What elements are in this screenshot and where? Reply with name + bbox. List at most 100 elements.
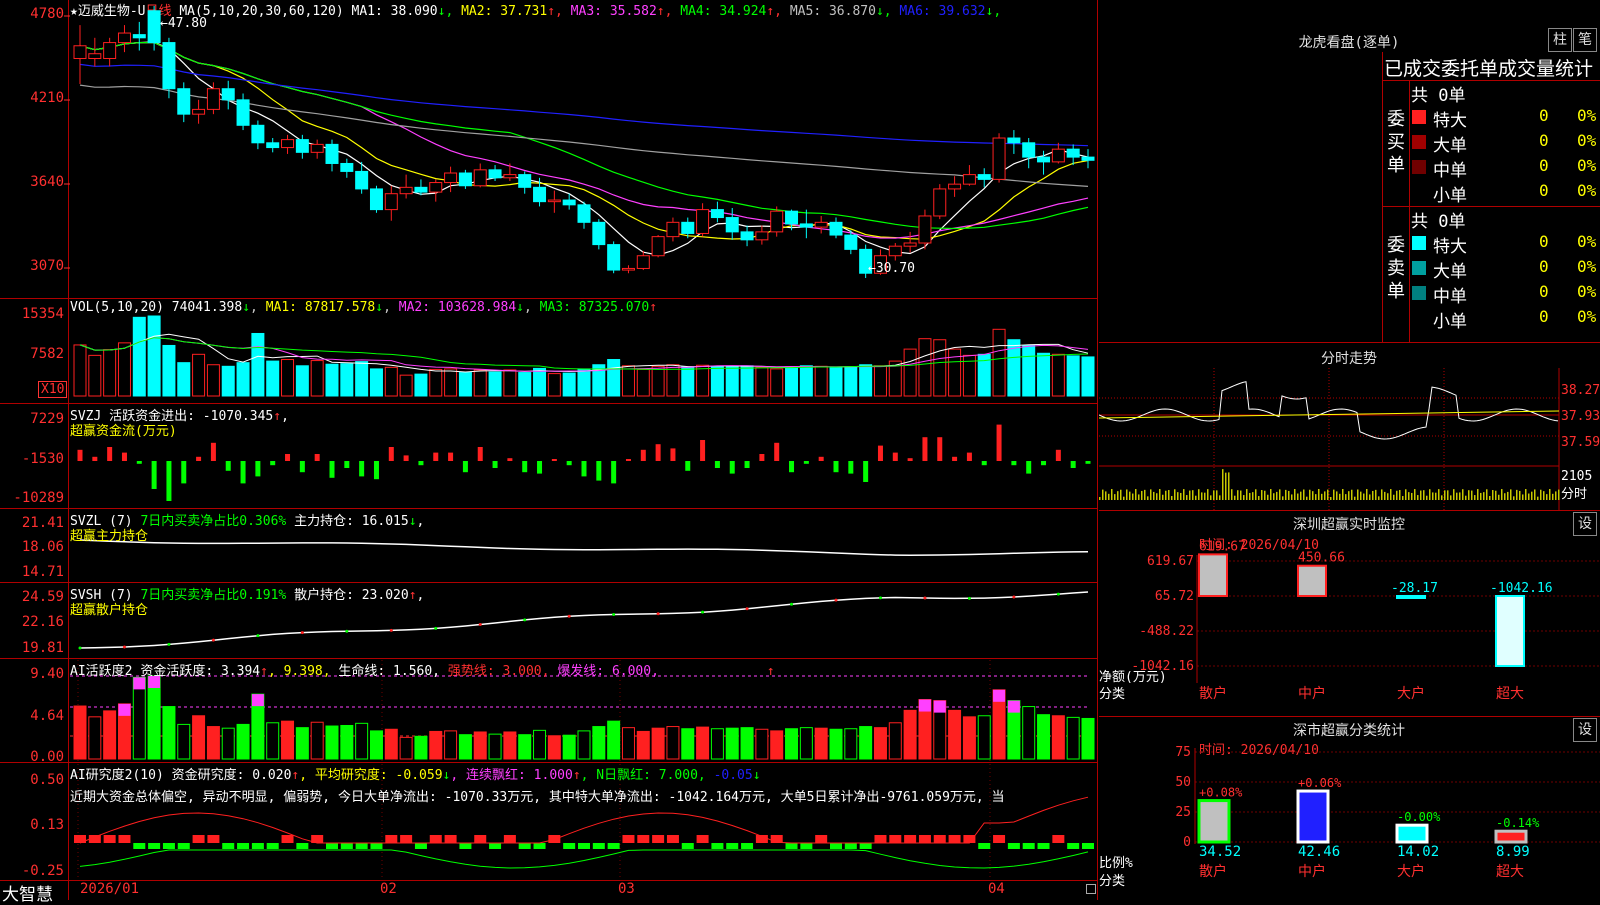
lock-icon[interactable] [1086,884,1096,894]
candle-body-16 [310,143,324,153]
fs-vol-186 [1285,489,1287,500]
svzj-axis-label-1: -1530 [21,451,64,467]
research-bar-4 [133,843,146,849]
fs-vol-54 [1153,491,1155,500]
fs-vol-123 [1222,469,1224,500]
stats-time: 时间: 2026/04/10 [1199,743,1319,758]
vol-unit-badge[interactable]: X10 [38,381,68,398]
stats-axis-1: 50 [1175,775,1191,790]
candle-body-1 [88,53,102,59]
volume-bar-38 [636,368,650,397]
bar-mode-button[interactable]: 柱 [1548,28,1572,52]
candle-body-57 [918,215,932,244]
fs-vol-435 [1534,489,1536,500]
svzl-hold: 主力持仓: 16.015 [294,514,409,529]
volume-bar-26 [458,372,472,397]
flow-bar-54 [877,445,883,461]
buy-name-3: 小单 [1433,186,1467,206]
monitor-bar-1 [1297,564,1327,597]
fs-vol-156 [1255,489,1257,500]
fs-vol-102 [1201,492,1203,500]
ai-bar-22 [399,736,413,760]
buy-name-1: 大单 [1433,136,1467,156]
monitor-settings-button[interactable]: 设 [1573,512,1597,536]
volume-bar-46 [755,366,769,397]
fs-vol-309 [1408,492,1410,500]
ai-burst-cap-4 [133,677,146,690]
research-bar-12 [251,843,264,849]
flow-bar-13 [270,461,276,466]
flow-bar-31 [537,461,543,474]
research-bar-50 [815,835,828,843]
candle-body-28 [488,169,502,179]
stats-settings-button[interactable]: 设 [1573,718,1597,742]
flow-bar-58 [937,437,943,461]
svsh-dot-39 [656,612,660,616]
fs-vol-135 [1234,495,1236,500]
svsh-dot-33 [567,614,571,618]
vol-ma3: MA3: 87325.070 [539,300,650,315]
flow-bar-57 [922,437,928,461]
ai2-red-arrow: ↑ [572,768,581,783]
vol-ma1: MA1: 87817.578 [265,300,376,315]
fs-vol-345 [1444,490,1446,500]
tick-mode-button[interactable]: 笔 [1573,28,1597,52]
candle-body-32 [547,199,561,203]
order-stats-tabs[interactable]: 已成交委托单成交量统计 [1384,54,1593,81]
ai-bar-50 [814,727,828,760]
candle-body-38 [636,255,650,269]
flow-bar-66 [1055,449,1061,461]
fs-vol-273 [1372,490,1374,500]
buy-pct-3: 0% [1577,181,1597,200]
fs-vol-303 [1402,496,1404,500]
brand-logo[interactable]: 大智慧 [2,880,53,905]
ai-bar-56 [903,709,917,760]
fs-axis-0: 38.27 [1561,383,1600,398]
fs-vol-129 [1228,472,1230,500]
fs-vol-138 [1237,490,1239,500]
research-bar-28 [489,843,502,849]
volume-bar-15 [295,365,309,397]
research-bar-51 [830,843,842,849]
intraday-chart[interactable]: 38.27 37.93 37.59 2105 分时 [1099,368,1600,511]
flow-bar-67 [1070,461,1076,468]
research-bar-58 [933,835,946,843]
stats-bar-1 [1296,789,1330,844]
fs-vol-450 [1549,489,1551,500]
research-bar-39 [652,835,665,843]
svzl-line [79,539,1089,556]
main-chart-area[interactable]: ★迈威生物-U日线 MA(5,10,20,30,60,120) MA1: 38.… [0,0,1098,905]
svsh-axis-label-0: 24.59 [21,589,64,605]
volume-bar-32 [547,373,561,397]
ai-burst-cap-3 [118,703,131,716]
candle-body-41 [681,221,695,234]
volume-bar-9 [206,364,220,397]
candle-body-18 [340,162,354,172]
research-bar-14 [281,835,294,843]
volume-bar-54 [873,365,887,397]
fs-vol-321 [1420,490,1422,500]
flow-bar-8 [196,456,202,461]
research-bar-37 [622,835,635,843]
research-bar-64 [1022,843,1035,849]
volume-bar-50 [814,365,828,397]
volume-bar-22 [399,374,413,397]
stats-cat-1: 中户 [1298,863,1326,880]
fs-vol-426 [1525,489,1527,500]
fs-vol-285 [1384,491,1386,500]
ai1-val2: , 9.398, [267,664,331,679]
volume-bar-64 [1022,344,1036,397]
fs-vol-384 [1483,492,1485,500]
sell-swatch-1 [1412,261,1426,275]
research-bar-67 [1067,843,1080,849]
volume-bar-43 [710,366,724,397]
ai-bar-5 [147,675,161,760]
flow-bar-60 [966,452,972,461]
research-bar-3 [118,835,131,843]
ai-bar-67 [1066,716,1080,760]
fs-vol-234 [1333,489,1335,500]
ai-burst-cap-57 [918,699,931,712]
fs-vol-402 [1501,489,1503,500]
ai-bar-45 [740,727,754,760]
stats-bar-0 [1197,799,1231,844]
